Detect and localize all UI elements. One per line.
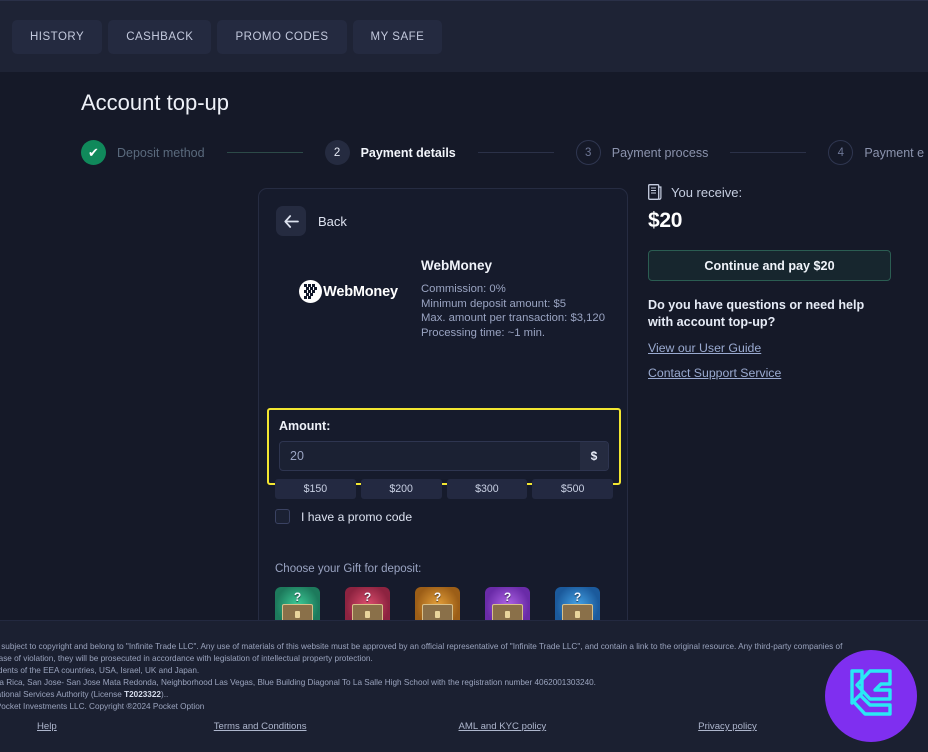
webmoney-logo-text: WebMoney xyxy=(323,283,398,300)
app-root: HISTORY CASHBACK PROMO CODES MY SAFE Acc… xyxy=(0,0,928,752)
method-min-deposit: Minimum deposit amount: $5 xyxy=(421,297,567,310)
brand-logo-icon xyxy=(850,669,892,716)
receive-row: You receive: xyxy=(648,184,898,200)
chest-lock-icon xyxy=(435,611,440,618)
method-summary: WebMoney WebMoney Commission: 0% Minimum… xyxy=(259,236,627,340)
footer-link-privacy[interactable]: Privacy policy xyxy=(698,721,757,732)
quick-amount-150[interactable]: $150 xyxy=(275,479,356,499)
amount-input[interactable] xyxy=(280,442,580,470)
amount-field[interactable]: $ xyxy=(279,441,609,471)
step-1-label: Deposit method xyxy=(117,145,205,160)
promo-code-checkbox[interactable] xyxy=(275,509,290,524)
question-mark-icon: ? xyxy=(573,590,582,604)
webmoney-logo: WebMoney xyxy=(276,258,421,303)
amount-label: Amount: xyxy=(279,419,331,433)
continue-and-pay-button[interactable]: Continue and pay $20 xyxy=(648,250,891,281)
back-label[interactable]: Back xyxy=(318,214,347,229)
step-2-number: 2 xyxy=(324,140,350,165)
legal-line-3: e residents of the EEA countries, USA, I… xyxy=(0,666,200,676)
step-3-number: 3 xyxy=(575,140,601,165)
step-deposit-method[interactable]: ✔ Deposit method xyxy=(81,140,205,165)
nav-tab-promo-codes[interactable]: PROMO CODES xyxy=(217,19,347,54)
chest-lock-icon xyxy=(505,611,510,618)
footer: te are subject to copyright and belong t… xyxy=(0,620,928,752)
nav-tab-cashback[interactable]: CASHBACK xyxy=(108,19,212,54)
step-4-label: Payment e xyxy=(864,145,925,160)
nav-tab-list: HISTORY CASHBACK PROMO CODES MY SAFE xyxy=(0,19,443,54)
step-connector-2 xyxy=(477,152,554,153)
question-mark-icon: ? xyxy=(363,590,372,604)
step-1-check-icon: ✔ xyxy=(81,140,106,165)
webmoney-checks xyxy=(304,284,319,299)
webmoney-logo-mark: WebMoney xyxy=(299,280,398,303)
chest-lock-icon xyxy=(365,611,370,618)
page-body: Account top-up ✔ Deposit method 2 Paymen… xyxy=(0,72,928,643)
method-commission: Commission: 0% xyxy=(421,283,506,295)
nav-tab-my-safe[interactable]: MY SAFE xyxy=(352,19,443,54)
legal-line-1: te are subject to copyright and belong t… xyxy=(0,642,843,651)
step-connector-1 xyxy=(226,152,303,153)
promo-code-label: I have a promo code xyxy=(301,509,413,524)
receive-label: You receive: xyxy=(671,184,743,200)
legal-line-5: nternational Services Authority (License… xyxy=(0,690,169,700)
user-guide-link[interactable]: View our User Guide xyxy=(648,341,898,355)
question-mark-icon: ? xyxy=(293,590,302,604)
top-navigation: HISTORY CASHBACK PROMO CODES MY SAFE xyxy=(0,0,928,72)
step-payment-details[interactable]: 2 Payment details xyxy=(324,140,456,165)
method-processing-time: Processing time: ~1 min. xyxy=(421,326,546,339)
receive-amount: $20 xyxy=(648,209,683,232)
quick-amount-row: $150 $200 $300 $500 xyxy=(275,479,613,499)
step-2-label: Payment details xyxy=(360,145,456,160)
support-service-link[interactable]: Contact Support Service xyxy=(648,366,898,380)
gift-section-title: Choose your Gift for deposit: xyxy=(275,563,422,575)
step-4-number: 4 xyxy=(828,140,854,165)
quick-amount-200[interactable]: $200 xyxy=(360,479,442,499)
legal-text-block: te are subject to copyright and belong t… xyxy=(0,621,928,714)
method-name: WebMoney xyxy=(421,258,493,273)
payment-details-card: Back WebMoney WebMoney Commission: 0% Mi… xyxy=(258,188,628,643)
progress-stepper: ✔ Deposit method 2 Payment details 3 Pay… xyxy=(81,140,924,165)
footer-link-aml-kyc[interactable]: AML and KYC policy xyxy=(459,721,547,732)
currency-symbol-button[interactable]: $ xyxy=(580,442,608,470)
step-payment-process[interactable]: 3 Payment process xyxy=(575,140,709,165)
brand-badge[interactable] xyxy=(825,650,917,742)
footer-link-row: Help Terms and Conditions AML and KYC po… xyxy=(0,721,928,732)
chest-lock-icon xyxy=(575,611,580,618)
promo-code-row[interactable]: I have a promo code xyxy=(275,509,412,524)
method-info: WebMoney Commission: 0% Minimum deposit … xyxy=(421,258,605,340)
chest-lock-icon xyxy=(295,611,300,618)
nav-tab-history[interactable]: HISTORY xyxy=(12,19,103,54)
legal-line-4: f Costa Rica, San Jose- San Jose Mata Re… xyxy=(0,678,596,688)
back-button[interactable] xyxy=(276,206,306,236)
back-row: Back xyxy=(259,189,627,236)
amount-section-highlight: Amount: $ xyxy=(267,408,621,485)
quick-amount-500[interactable]: $500 xyxy=(532,479,613,499)
receipt-icon xyxy=(648,184,662,200)
question-mark-icon: ? xyxy=(433,590,442,604)
step-connector-3 xyxy=(730,152,807,153)
page-title: Account top-up xyxy=(81,90,229,115)
legal-line-6: d by Pocket Investments LLC. Copyright ®… xyxy=(0,702,205,712)
legal-line-2: ". In case of violation, they will be pr… xyxy=(0,654,373,664)
summary-panel: You receive: $20 Continue and pay $20 Do… xyxy=(648,184,898,380)
step-payment-end[interactable]: 4 Payment e xyxy=(828,140,924,165)
method-detail-list: Commission: 0% Minimum deposit amount: $… xyxy=(421,282,605,340)
webmoney-circle-icon xyxy=(299,280,323,303)
question-mark-icon: ? xyxy=(503,590,512,604)
quick-amount-300[interactable]: $300 xyxy=(446,479,528,499)
step-3-label: Payment process xyxy=(611,145,709,160)
help-question-text: Do you have questions or need help with … xyxy=(648,298,865,329)
footer-link-terms[interactable]: Terms and Conditions xyxy=(214,721,307,732)
method-max-per-transaction: Max. amount per transaction: $3,120 xyxy=(421,312,605,325)
footer-link-help[interactable]: Help xyxy=(37,721,57,732)
arrow-left-icon xyxy=(283,214,299,228)
